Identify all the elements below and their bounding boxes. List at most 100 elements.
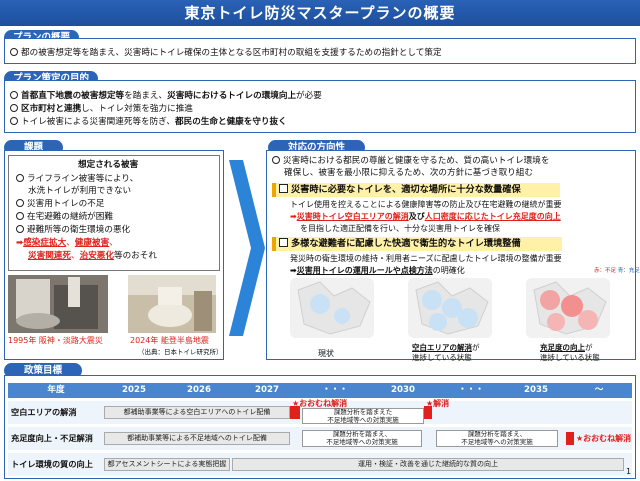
policy-1-line-1: トイレ使用を控えることによる健康障害等の防止及び在宅避難の継続が重要 bbox=[290, 200, 562, 209]
purpose-line-3: トイレ被害による災害関連死等を防ぎ、都民の生命と健康を守り抜く bbox=[10, 117, 287, 128]
result-security: 治安悪化 bbox=[79, 251, 114, 261]
direction-intro-1-text: 災害時における都民の尊厳と健康を守るため、質の高いトイレ環境を bbox=[283, 156, 550, 166]
goal-row-2-note-2a: 課題分析を踏まえ、 bbox=[467, 430, 527, 438]
goal-row-2-label: 充足度向上・不足解消 bbox=[11, 433, 93, 443]
result-health: 健康被害 bbox=[74, 238, 110, 248]
goal-row-2-note-1b: 不足地域等への対策実施 bbox=[326, 438, 398, 446]
map-legend: 赤：不足 青：充足 bbox=[594, 266, 640, 277]
goal-row-1-star-2: ★解消 bbox=[426, 399, 450, 408]
issue-item-3-text: 在宅避難の継続が困難 bbox=[27, 212, 113, 222]
map1-caption: 現状 bbox=[318, 349, 334, 358]
result-sep-2: 、 bbox=[109, 238, 118, 248]
col-2035: 2035 bbox=[524, 385, 548, 395]
bullet-circle-icon bbox=[10, 104, 18, 112]
map2-caption-b: が bbox=[472, 343, 480, 352]
legend-sufficient: 青：充足 bbox=[617, 268, 640, 274]
photo-noto-image bbox=[128, 275, 216, 333]
col-dots-1: ・・・ bbox=[322, 385, 348, 395]
policy-2-line-2: ➡災害用トイレの運用ルールや点検方法の明確化 bbox=[290, 265, 465, 276]
issue-item-1-text: ライフライン被害等により、 bbox=[27, 174, 139, 184]
issues-result-line-2: 災害関連死、治安悪化等のおそれ bbox=[28, 251, 157, 262]
result-infection: 感染症拡大 bbox=[23, 238, 67, 248]
col-2026: 2026 bbox=[187, 385, 211, 395]
purpose-line2-b: し、トイレ対策を強力に推進 bbox=[81, 104, 193, 114]
overview-text: 都の被害想定等を踏まえ、災害時にトイレ確保の主体となる区市町村の取組を支援するた… bbox=[21, 48, 442, 58]
photo-source: （出典：日本トイレ研究所） bbox=[138, 348, 223, 356]
map-sufficiency-improved bbox=[526, 278, 610, 338]
policy-1-line-3: を目指した適正配備を行い、十分な災害用トイレを確保 bbox=[300, 224, 500, 233]
arrow-right-icon: ➡ bbox=[290, 266, 297, 275]
purpose-line-1: 首都直下地震の被害想定等を踏まえ、災害時におけるトイレの環境向上が必要 bbox=[10, 91, 322, 102]
bullet-circle-icon bbox=[10, 48, 18, 56]
map3-caption-b: が bbox=[585, 343, 593, 352]
goal-row-2-marker bbox=[566, 432, 574, 445]
purpose-line2-a: 区市町村と連携 bbox=[21, 104, 82, 114]
policy-2-line-1: 発災時の衛生環境の維持・利用者ニーズに配慮したトイレ環境の整備が重要 bbox=[290, 254, 562, 263]
toilet-coverage-maps bbox=[290, 278, 610, 338]
policy-1-title: 災害時に必要なトイレを、適切な場所に十分な数量確保 bbox=[272, 183, 560, 197]
goal-row-1-note-2: 不足地域等への対策実施 bbox=[327, 416, 399, 424]
policy-2-title: 多様な避難者に配慮した快適で衛生的なトイレ環境整備 bbox=[272, 237, 562, 251]
bullet-circle-icon bbox=[272, 156, 280, 164]
col-tilde: ～ bbox=[594, 385, 604, 395]
checkbox-square-icon bbox=[279, 238, 288, 247]
bullet-circle-icon bbox=[16, 174, 24, 182]
issue-item-4: 避難所等の衛生環境の悪化 bbox=[16, 225, 130, 236]
photo-hanshin-toilet bbox=[8, 275, 108, 333]
policy-1-sufficiency: 人口密度に応じたトイレ充足度の向上 bbox=[424, 212, 561, 221]
policy-1-and: 及び bbox=[408, 212, 425, 221]
goal-row-2-bar: 都補助事業等による不足地域へのトイレ配備 bbox=[104, 432, 290, 445]
col-2030: 2030 bbox=[391, 385, 415, 395]
purpose-line3-b: 都民の生命と健康を守り抜く bbox=[175, 117, 287, 127]
bullet-circle-icon bbox=[16, 212, 24, 220]
policy-2-tail: の明確化 bbox=[432, 266, 465, 275]
result-sep-3: 、 bbox=[70, 251, 80, 261]
checkbox-square-icon bbox=[279, 184, 288, 193]
col-2025: 2025 bbox=[122, 385, 146, 395]
issue-item-1: ライフライン被害等により、 bbox=[16, 174, 138, 185]
goal-row-1-bar: 都補助事業等による空白エリアへのトイレ配備 bbox=[104, 406, 290, 419]
issue-item-3: 在宅避難の継続が困難 bbox=[16, 212, 113, 223]
bullet-circle-icon bbox=[16, 225, 24, 233]
map3-caption-cont: 進捗している状態 bbox=[540, 353, 600, 362]
map-blank-area-resolved bbox=[408, 278, 492, 338]
issue-item-2: 災害用トイレの不足 bbox=[16, 199, 104, 210]
policy-2-title-text: 多様な避難者に配慮した快適で衛生的なトイレ環境整備 bbox=[291, 238, 521, 249]
page-number: 1 bbox=[626, 467, 632, 476]
issue-item-1-cont: 水洗トイレが利用できない bbox=[28, 186, 132, 196]
bullet-circle-icon bbox=[10, 91, 18, 99]
map2-caption-a: 空白エリアの解消 bbox=[412, 343, 472, 352]
direction-intro-2: 確保し、被害を最小限に抑えるため、次の方針に基づき取り組む bbox=[284, 168, 533, 178]
map-current bbox=[290, 278, 374, 338]
chevron-right-arrow-icon bbox=[229, 160, 265, 336]
goal-row-1-label: 空白エリアの解消 bbox=[11, 407, 77, 417]
policy-1-title-text: 災害時に必要なトイレを、適切な場所に十分な数量確保 bbox=[291, 184, 521, 195]
goal-row-1-note-1: 課題分析を踏まえた bbox=[333, 408, 393, 416]
photo1-caption: 1995年 阪神・淡路大震災 bbox=[8, 336, 103, 345]
issues-result-line-1: ➡感染症拡大、健康被害、 bbox=[16, 238, 118, 249]
policy-2-rules: 災害用トイレの運用ルールや点検方法 bbox=[296, 266, 433, 275]
goal-row-2-note-1a: 課題分析を踏まえ、 bbox=[332, 430, 392, 438]
purpose-line1-b: を踏まえ、 bbox=[124, 91, 168, 101]
policy-1-blank-area: 災害時トイレ空白エリアの解消 bbox=[296, 212, 409, 221]
issue-item-2-text: 災害用トイレの不足 bbox=[27, 199, 105, 209]
purpose-line1-c: 災害時におけるトイレの環境向上 bbox=[167, 91, 297, 101]
col-year: 年度 bbox=[47, 385, 65, 395]
bullet-circle-icon bbox=[10, 117, 18, 125]
result-death: 災害関連死 bbox=[28, 251, 71, 261]
purpose-line1-a: 首都直下地震の被害想定等 bbox=[21, 91, 125, 101]
legend-shortage: 赤：不足 bbox=[594, 268, 617, 274]
page-title: 東京トイレ防災マスタープランの概要 bbox=[0, 0, 640, 26]
direction-intro-1: 災害時における都民の尊厳と健康を守るため、質の高いトイレ環境を bbox=[272, 156, 549, 167]
goal-row-2-star: ★おおむね解消 bbox=[576, 434, 632, 443]
purpose-line-2: 区市町村と連携し、トイレ対策を強力に推進 bbox=[10, 104, 193, 115]
photo-hanshin-image bbox=[8, 275, 108, 333]
col-2027: 2027 bbox=[255, 385, 279, 395]
photo2-caption: 2024年 能登半島地震 bbox=[130, 336, 209, 345]
map2-caption-cont: 進捗している状態 bbox=[412, 353, 472, 362]
photo-noto-toilet bbox=[128, 275, 216, 333]
map3-caption-a: 充足度の向上 bbox=[540, 343, 585, 352]
purpose-line3-a: トイレ被害による災害関連死等を防ぎ、 bbox=[21, 117, 176, 127]
issues-heading: 想定される被害 bbox=[78, 160, 139, 170]
goal-row-2-note-2b: 不足地域等への対策実施 bbox=[461, 438, 533, 446]
